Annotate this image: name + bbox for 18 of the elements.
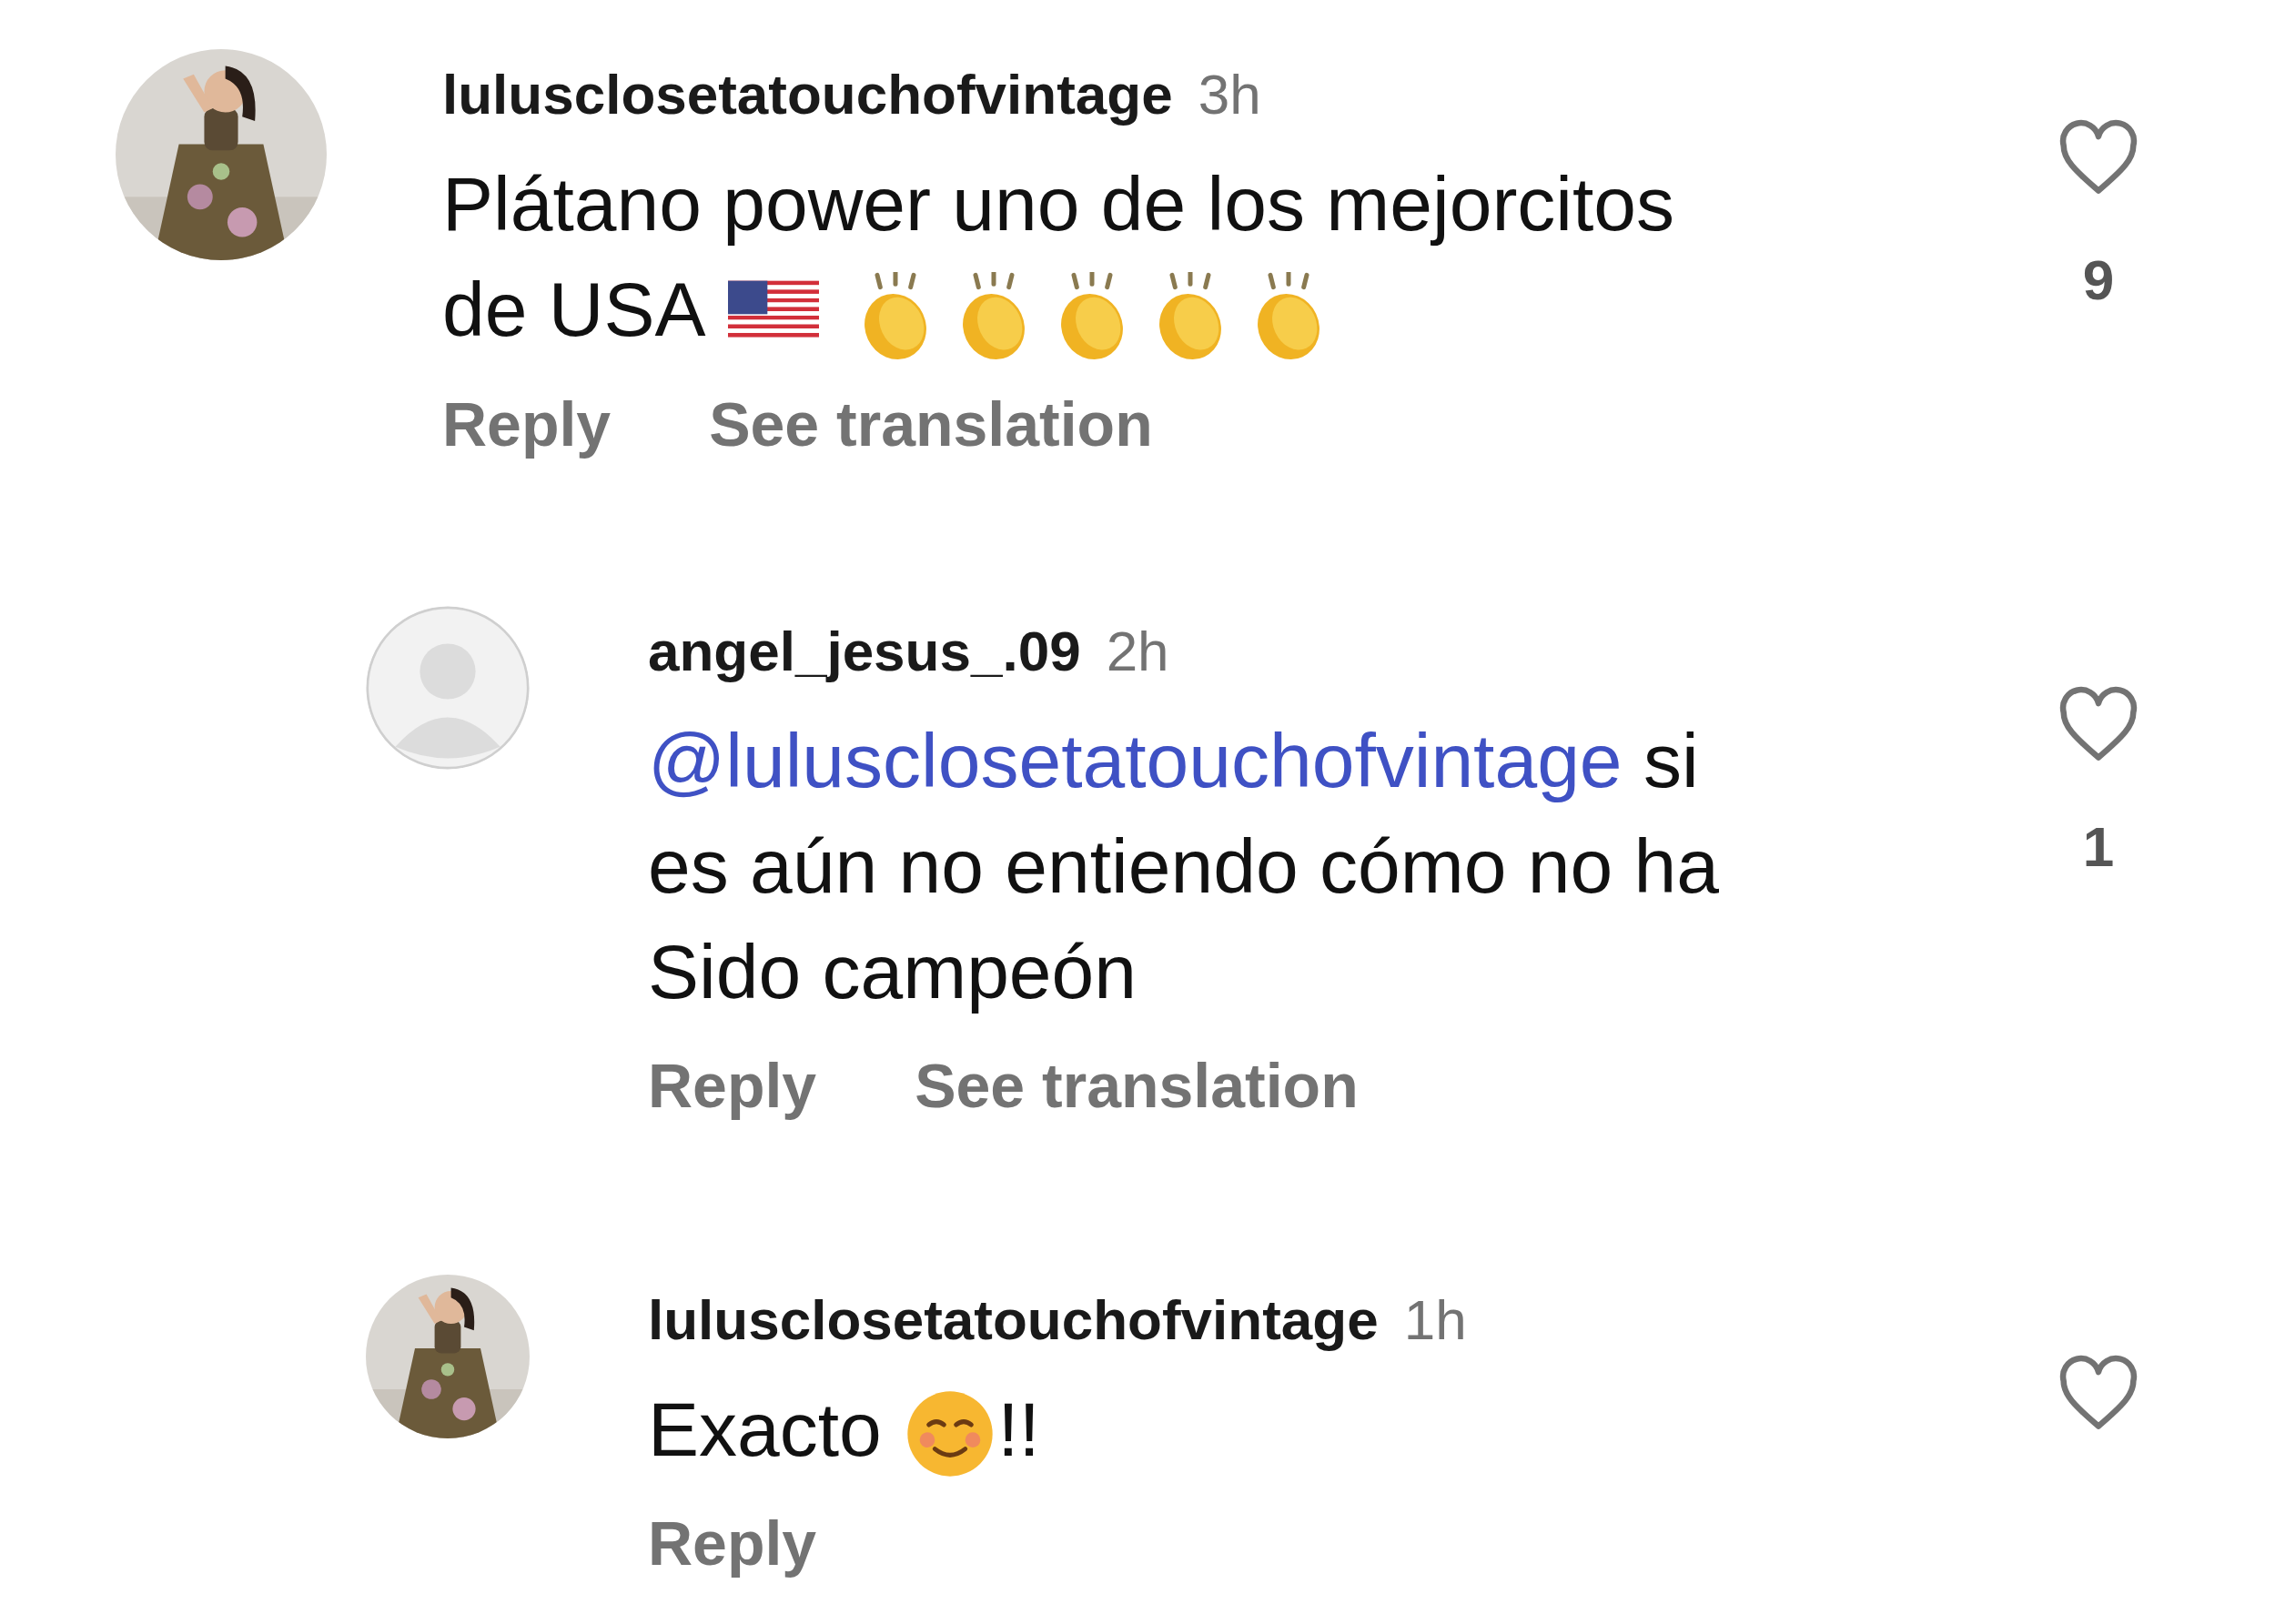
username[interactable]: lulusclosetatouchofvintage — [648, 1283, 1379, 1357]
reply-button[interactable]: Reply — [648, 1044, 817, 1125]
username[interactable]: angel_jesus_.09 — [648, 615, 1081, 689]
comment-text: Plátano power uno de los mejorcitos de USA — [442, 150, 1716, 363]
translation-link[interactable]: See translation — [915, 1044, 1359, 1125]
comment-text: Exacto !! — [648, 1376, 1740, 1482]
timestamp: 2h — [1106, 619, 1169, 684]
reply-button[interactable]: Reply — [442, 383, 612, 464]
timestamp: 3h — [1198, 62, 1261, 127]
like-count: 1 — [2082, 814, 2115, 880]
like-count: 9 — [2082, 247, 2115, 313]
translation-link[interactable]: See translation — [709, 383, 1153, 464]
mention-link[interactable]: @lulusclosetatouchofvintage — [648, 717, 1623, 803]
avatar-icon — [366, 606, 530, 770]
timestamp: 1h — [1403, 1286, 1467, 1353]
comment-text: @lulusclosetatouchofvintage si es aún no entiendo cómo no ha Sido campeón — [648, 716, 1720, 1016]
reply-button[interactable]: Reply — [648, 1502, 817, 1583]
username[interactable]: lulusclosetatouchofvintage — [442, 58, 1173, 132]
